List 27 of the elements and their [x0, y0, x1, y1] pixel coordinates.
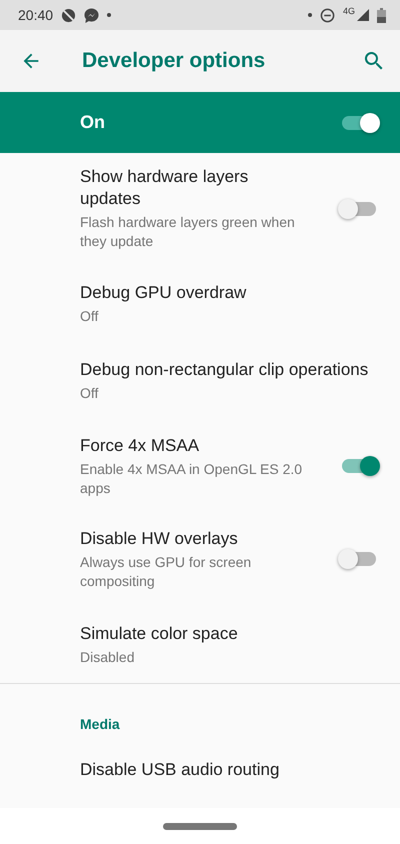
notification-dot	[107, 13, 112, 17]
home-handle[interactable]	[163, 822, 237, 830]
network-type: 4G	[342, 6, 355, 16]
setting-title[interactable]: Simulate color space	[80, 622, 380, 645]
signal-icon	[357, 9, 369, 21]
setting-summary: Enable 4x MSAA in OpenGL ES 2.0 apps	[80, 460, 304, 498]
master-switch-bar[interactable]: On	[0, 92, 400, 153]
battery-icon	[377, 8, 386, 22]
setting-title[interactable]: Debug GPU overdraw	[80, 282, 380, 304]
setting-title[interactable]: Show hardware layers updates	[80, 166, 295, 210]
setting-summary: Off	[80, 306, 100, 326]
messenger-icon	[84, 8, 100, 22]
setting-title[interactable]: Force 4x MSAA	[80, 434, 295, 456]
master-switch-label: On	[80, 112, 106, 133]
setting-summary: Disabled	[80, 648, 136, 667]
setting-title[interactable]: Debug non-rectangular clip operations	[80, 358, 380, 381]
setting-summary: Off	[80, 384, 100, 403]
status-time: 20:40	[18, 7, 54, 23]
setting-title[interactable]: Disable USB audio routing	[80, 759, 380, 781]
location-off-icon	[61, 8, 76, 22]
setting-title[interactable]: Disable HW overlays	[80, 528, 295, 550]
notification-dot	[308, 13, 312, 17]
screen-title: Developer options	[82, 49, 266, 73]
section-header: Media	[79, 715, 121, 734]
setting-summary: Flash hardware layers green when they update	[80, 213, 296, 252]
setting-summary: Always use GPU for screen compositing	[80, 552, 252, 591]
do-not-disturb-icon	[320, 8, 335, 22]
